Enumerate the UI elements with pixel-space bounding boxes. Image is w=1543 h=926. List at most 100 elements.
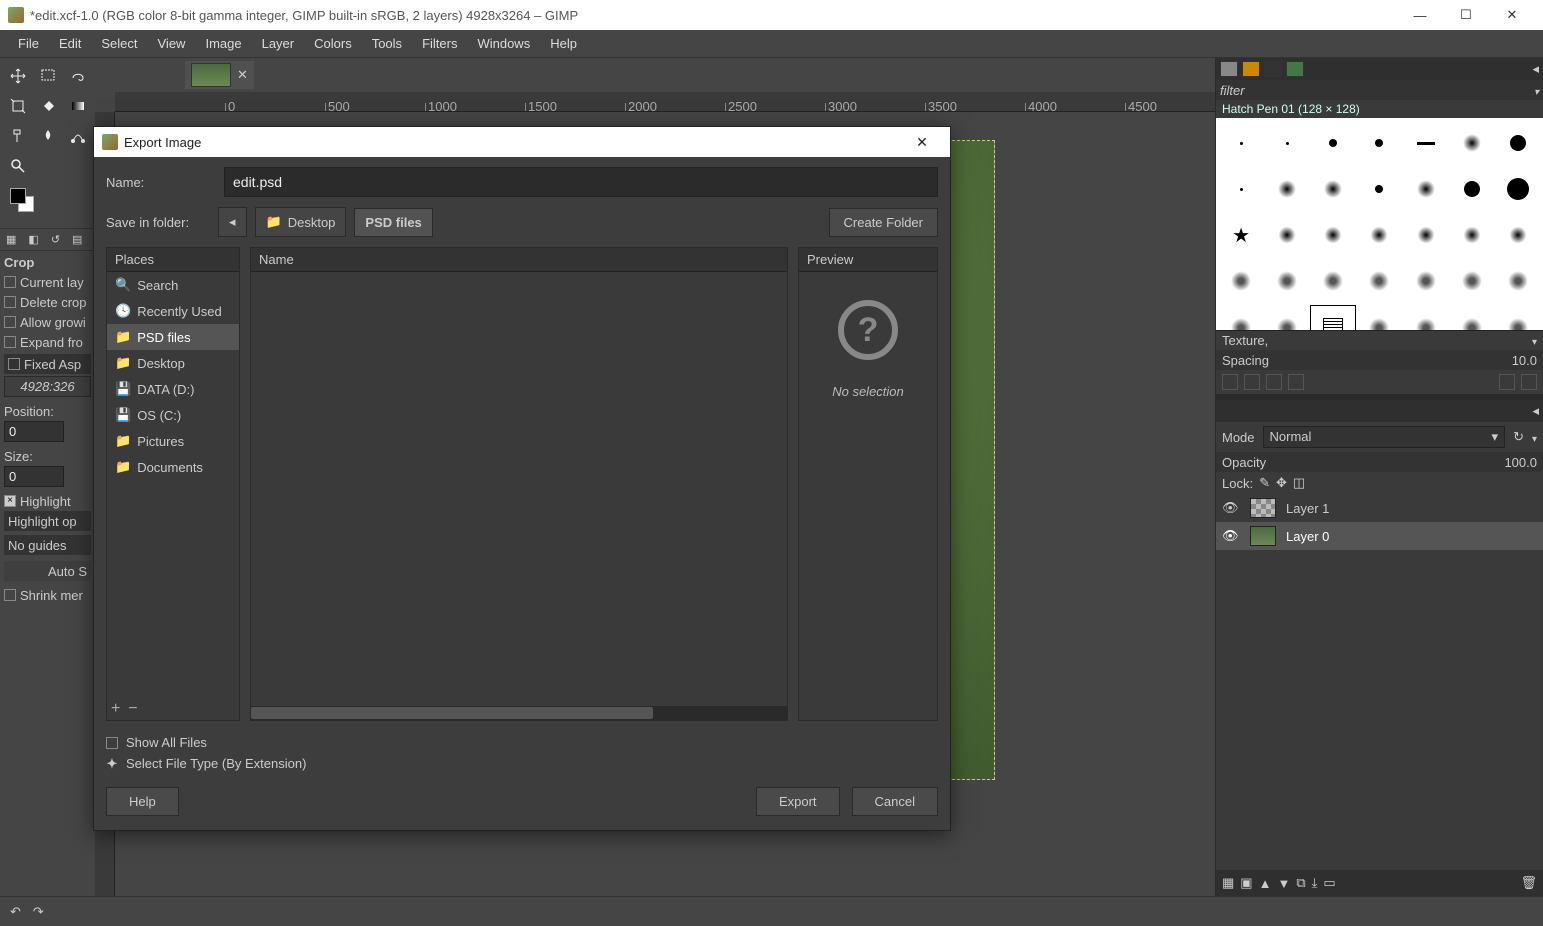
breadcrumb-back-button[interactable]: ◂ [218, 207, 247, 237]
place-item[interactable]: 📁Desktop [107, 350, 239, 376]
brush-item[interactable] [1495, 212, 1541, 258]
tool-options-tab[interactable]: ▦ [0, 229, 22, 250]
mode-dropdown[interactable]: Normal▾ [1263, 426, 1506, 448]
help-button[interactable]: Help [106, 787, 179, 816]
place-item[interactable]: 📁Pictures [107, 428, 239, 454]
brush-item[interactable] [1310, 120, 1356, 166]
mode-menu-icon[interactable] [1532, 430, 1537, 445]
breadcrumb-psd-files[interactable]: PSD files [354, 208, 432, 237]
raise-layer-icon[interactable]: ▲ [1259, 876, 1272, 891]
create-folder-button[interactable]: Create Folder [829, 208, 938, 237]
file-list-hscroll[interactable] [251, 706, 787, 720]
brush-item[interactable] [1403, 212, 1449, 258]
menu-windows[interactable]: Windows [467, 32, 540, 55]
brush-item[interactable] [1403, 258, 1449, 304]
place-item[interactable]: 📁PSD files [107, 324, 239, 350]
brush-item[interactable] [1310, 212, 1356, 258]
free-select-tool[interactable] [64, 62, 92, 90]
cancel-button[interactable]: Cancel [852, 787, 938, 816]
maximize-button[interactable]: ☐ [1443, 0, 1489, 30]
menu-image[interactable]: Image [195, 32, 251, 55]
brush-item[interactable] [1403, 120, 1449, 166]
select-file-type-expander[interactable]: ✦ [106, 758, 118, 770]
layer-item[interactable]: 👁Layer 1 [1216, 494, 1543, 522]
rect-select-tool[interactable] [34, 62, 62, 90]
lower-layer-icon[interactable]: ▼ [1277, 876, 1290, 891]
undo-history-tab[interactable]: ↺ [45, 229, 66, 250]
brush-item[interactable] [1218, 120, 1264, 166]
highlight-checkbox[interactable]: × [4, 495, 16, 507]
mask-icon[interactable]: ▭ [1323, 875, 1335, 891]
current-layer-checkbox[interactable] [4, 276, 16, 288]
place-item[interactable]: 🔍Search [107, 272, 239, 298]
move-tool[interactable] [4, 62, 32, 90]
lock-position-icon[interactable]: ✥ [1276, 475, 1287, 491]
duplicate-brush-icon[interactable] [1266, 374, 1282, 390]
brush-item[interactable] [1356, 212, 1402, 258]
new-group-icon[interactable]: ▣ [1240, 875, 1252, 891]
delete-brush-icon[interactable] [1288, 374, 1304, 390]
history-tab[interactable] [1286, 61, 1304, 77]
brush-item[interactable] [1356, 166, 1402, 212]
brush-item[interactable] [1356, 258, 1402, 304]
brush-grid[interactable]: ★ [1216, 118, 1543, 330]
menu-view[interactable]: View [148, 32, 196, 55]
dialog-close-button[interactable]: ✕ [902, 134, 942, 151]
menu-colors[interactable]: Colors [304, 32, 362, 55]
expand-from-checkbox[interactable] [4, 336, 16, 348]
brush-item[interactable] [1264, 258, 1310, 304]
transform-tool[interactable] [4, 92, 32, 120]
mode-reset-icon[interactable]: ↻ [1513, 429, 1524, 445]
image-tab[interactable]: ✕ [185, 61, 254, 89]
brush-item[interactable] [1495, 166, 1541, 212]
aspect-ratio-field[interactable]: 4928:326 [4, 376, 91, 397]
delete-layer-icon[interactable]: 🗑 [1520, 875, 1537, 891]
place-item[interactable]: 🕓Recently Used [107, 298, 239, 324]
brush-item[interactable] [1218, 258, 1264, 304]
new-layer-icon[interactable]: ▦ [1222, 875, 1234, 891]
horizontal-ruler[interactable]: 0500100015002000250030003500400045005000 [115, 92, 1215, 112]
refresh-brush-icon[interactable] [1499, 374, 1515, 390]
opacity-value[interactable]: 100.0 [1504, 455, 1537, 470]
auto-shrink-button[interactable]: Auto S [48, 564, 87, 579]
size-w-input[interactable] [4, 466, 64, 487]
brush-item[interactable] [1218, 166, 1264, 212]
remove-bookmark-button[interactable]: − [128, 702, 137, 716]
smudge-tool[interactable] [34, 122, 62, 150]
layer-item[interactable]: 👁Layer 0 [1216, 522, 1543, 550]
close-button[interactable]: ✕ [1489, 0, 1535, 30]
lock-alpha-icon[interactable]: ◫ [1293, 475, 1305, 491]
delete-cropped-checkbox[interactable] [4, 296, 16, 308]
clone-tool[interactable] [4, 122, 32, 150]
merge-down-icon[interactable]: ⤓ [1312, 875, 1318, 891]
lock-pixels-icon[interactable]: ✎ [1259, 475, 1270, 491]
place-item[interactable]: 💾OS (C:) [107, 402, 239, 428]
brush-item[interactable] [1495, 258, 1541, 304]
layer-dock-menu-icon[interactable]: ◂ [1532, 403, 1539, 419]
bucket-tool[interactable] [34, 92, 62, 120]
image-tab-close-icon[interactable]: ✕ [237, 67, 248, 83]
place-item[interactable]: 💾DATA (D:) [107, 376, 239, 402]
brush-item[interactable] [1449, 258, 1495, 304]
menu-select[interactable]: Select [91, 32, 147, 55]
path-tool[interactable] [64, 122, 92, 150]
menu-edit[interactable]: Edit [49, 32, 91, 55]
undo-icon[interactable]: ↶ [10, 904, 21, 920]
breadcrumb-desktop[interactable]: 📁 Desktop [255, 207, 347, 237]
dock-menu-icon[interactable]: ◂ [1532, 61, 1539, 77]
brush-item[interactable]: ★ [1218, 212, 1264, 258]
menu-filters[interactable]: Filters [412, 32, 467, 55]
brush-item[interactable] [1449, 120, 1495, 166]
gradient-tool[interactable] [64, 92, 92, 120]
spacing-value[interactable]: 10.0 [1512, 353, 1537, 368]
add-bookmark-button[interactable]: + [111, 702, 120, 716]
position-x-input[interactable] [4, 421, 64, 442]
export-button[interactable]: Export [756, 787, 840, 816]
minimize-button[interactable]: — [1397, 0, 1443, 30]
fixed-checkbox[interactable] [8, 358, 20, 370]
show-all-files-checkbox[interactable] [106, 737, 118, 749]
menu-layer[interactable]: Layer [252, 32, 305, 55]
brush-item[interactable] [1449, 212, 1495, 258]
duplicate-layer-icon[interactable]: ⧉ [1296, 875, 1305, 891]
layer-visibility-icon[interactable]: 👁 [1222, 500, 1240, 516]
